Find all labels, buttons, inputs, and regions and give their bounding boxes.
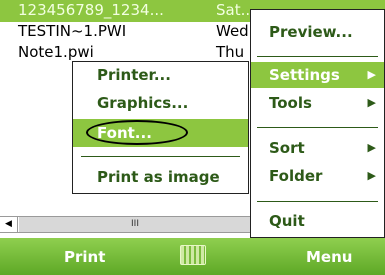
horizontal-scrollbar[interactable]: ◀ III: [0, 216, 252, 233]
scroll-thumb[interactable]: III: [19, 217, 252, 232]
menu-separator: [257, 201, 378, 202]
file-name: 123456789_1234...: [18, 1, 164, 19]
menu-item-label: Settings: [269, 66, 340, 84]
highlight-oval: [86, 120, 188, 145]
menu-item-label: Quit: [269, 212, 305, 230]
menu-item-label: Tools: [269, 94, 312, 112]
menu-item-label: Graphics...: [97, 94, 189, 112]
menu-item-label: Print as image: [97, 168, 220, 186]
menu-item-font[interactable]: Font...: [73, 119, 248, 147]
menu-item-preview[interactable]: Preview...: [251, 18, 384, 46]
scroll-left-arrow-icon[interactable]: ◀: [0, 217, 18, 232]
menu-item-sort[interactable]: Sort ▶: [251, 135, 384, 161]
submenu-arrow-icon: ▶: [367, 141, 376, 154]
menu-item-label: Preview...: [269, 23, 353, 41]
softkey-bar: Print Menu: [0, 238, 385, 275]
menu-item-label: Folder: [269, 167, 323, 185]
menu-item-tools[interactable]: Tools ▶: [251, 90, 384, 116]
menu-separator: [257, 56, 378, 57]
menu-separator: [81, 156, 240, 157]
menu-item-label: Sort: [269, 139, 305, 157]
menu-item-folder[interactable]: Folder ▶: [251, 163, 384, 189]
menu-item-printer[interactable]: Printer...: [73, 62, 248, 88]
print-softkey[interactable]: Print: [64, 248, 105, 266]
file-date: Wed: [216, 22, 249, 40]
keyboard-icon[interactable]: [180, 245, 206, 265]
file-date: Thu: [216, 43, 245, 61]
menu-item-graphics[interactable]: Graphics...: [73, 90, 248, 116]
menu-separator: [257, 127, 378, 128]
file-name: TESTIN~1.PWI: [18, 22, 127, 40]
settings-submenu: Printer... Graphics... Font... Print as …: [72, 61, 249, 194]
menu-item-print-as-image[interactable]: Print as image: [73, 164, 248, 190]
submenu-arrow-icon: ▶: [367, 169, 376, 182]
main-menu: Preview... Settings ▶ Tools ▶ Sort ▶ Fol…: [250, 9, 385, 238]
menu-item-quit[interactable]: Quit: [251, 208, 384, 234]
menu-item-settings[interactable]: Settings ▶: [251, 62, 384, 88]
submenu-arrow-icon: ▶: [367, 68, 376, 81]
menu-item-label: Printer...: [97, 66, 171, 84]
menu-softkey[interactable]: Menu: [306, 248, 352, 266]
file-name: Note1.pwi: [18, 43, 94, 61]
submenu-arrow-icon: ▶: [367, 96, 376, 109]
